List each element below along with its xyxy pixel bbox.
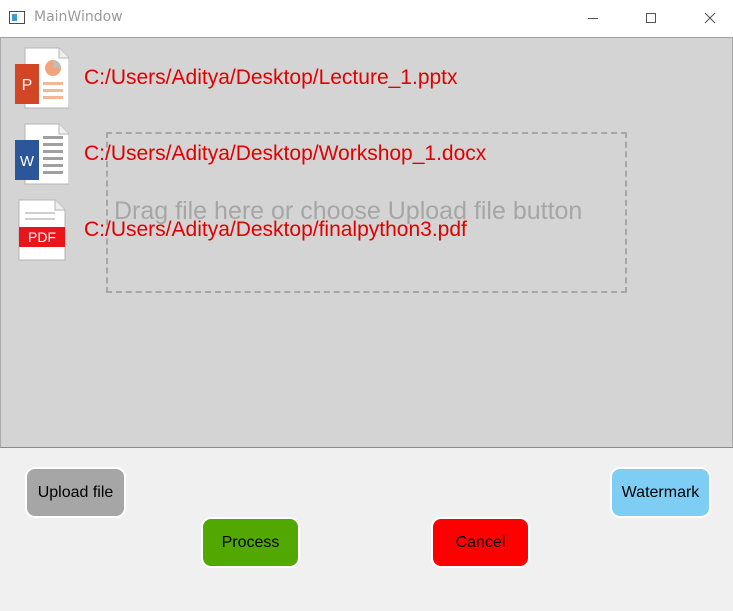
app-window-icon	[9, 11, 25, 24]
minimize-icon	[588, 17, 598, 19]
cancel-button[interactable]: Cancel	[431, 517, 530, 568]
file-path-text: C:/Users/Aditya/Desktop/finalpython3.pdf	[84, 218, 467, 241]
file-drop-panel[interactable]: Drag file here or choose Upload file but…	[0, 37, 733, 448]
watermark-button[interactable]: Watermark	[610, 467, 711, 518]
file-path-text: C:/Users/Aditya/Desktop/Lecture_1.pptx	[84, 66, 458, 89]
pdf-icon-label: PDF	[28, 229, 56, 245]
maximize-button[interactable]	[628, 0, 674, 36]
maximize-icon	[646, 13, 656, 23]
powerpoint-icon-letter: P	[22, 77, 33, 94]
powerpoint-file-icon: P	[15, 47, 69, 109]
pdf-file-icon: PDF	[18, 199, 66, 261]
window-title: MainWindow	[34, 9, 123, 25]
close-button[interactable]	[687, 0, 733, 36]
file-list-item[interactable]: W C:/Users/Aditya/Desktop/Workshop_1.doc…	[15, 122, 655, 186]
title-bar: MainWindow	[0, 0, 733, 37]
word-icon-letter: W	[20, 153, 35, 170]
process-button[interactable]: Process	[201, 517, 300, 568]
file-list-item[interactable]: P C:/Users/Aditya/Desktop/Lecture_1.pptx	[15, 46, 655, 110]
upload-file-button[interactable]: Upload file	[25, 467, 126, 518]
file-list-item[interactable]: PDF C:/Users/Aditya/Desktop/finalpython3…	[15, 198, 655, 262]
close-icon	[704, 12, 716, 24]
file-path-text: C:/Users/Aditya/Desktop/Workshop_1.docx	[84, 142, 487, 165]
minimize-button[interactable]	[570, 0, 616, 36]
word-file-icon: W	[15, 123, 69, 185]
